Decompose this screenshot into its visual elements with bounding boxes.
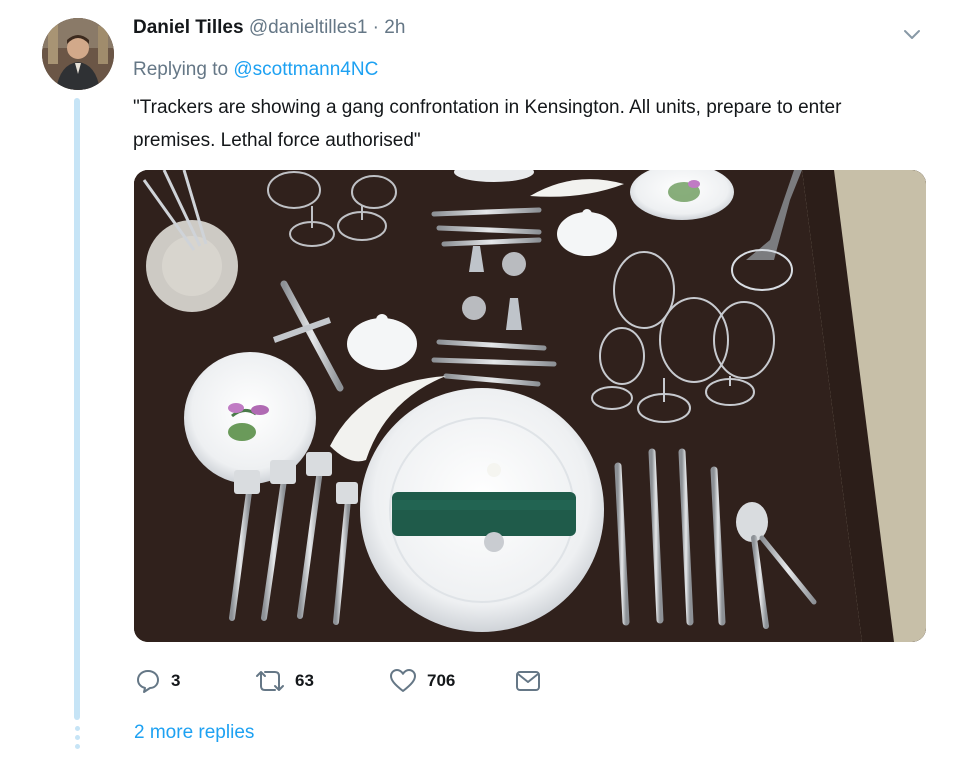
more-replies-link[interactable]: 2 more replies	[134, 722, 254, 744]
tweet-time[interactable]: 2h	[384, 17, 405, 38]
avatar[interactable]	[42, 18, 114, 90]
like-action[interactable]: 706	[389, 664, 455, 698]
like-count: 706	[427, 671, 456, 690]
avatar-image	[42, 18, 114, 90]
table-setting-photo	[134, 170, 926, 642]
author-handle[interactable]: @danieltilles1	[249, 17, 368, 38]
tweet-actions: 3 63 706	[135, 664, 555, 698]
retweet-icon	[256, 671, 284, 691]
reply-icon	[137, 670, 159, 693]
tweet-media-image[interactable]	[134, 170, 926, 642]
message-action[interactable]	[515, 664, 541, 698]
thread-line	[74, 98, 80, 720]
reply-action[interactable]: 3	[135, 664, 180, 698]
thread-dots	[74, 726, 80, 749]
reply-count: 3	[171, 671, 181, 690]
replying-prefix: Replying to	[133, 59, 229, 80]
retweet-action[interactable]: 63	[255, 664, 314, 698]
chevron-down-icon[interactable]	[902, 24, 922, 44]
author-name[interactable]: Daniel Tilles	[133, 17, 244, 38]
header-separator: ·	[372, 17, 379, 38]
envelope-icon	[516, 671, 540, 691]
retweet-count: 63	[295, 671, 314, 690]
tweet-text: "Trackers are showing a gang confrontati…	[133, 97, 842, 151]
replying-to: Replying to @scottmann4NC	[133, 59, 378, 81]
heart-icon	[390, 669, 416, 692]
replying-mention-link[interactable]: @scottmann4NC	[233, 59, 378, 80]
tweet-header: Daniel Tilles @danieltilles1 · 2h	[133, 17, 405, 39]
